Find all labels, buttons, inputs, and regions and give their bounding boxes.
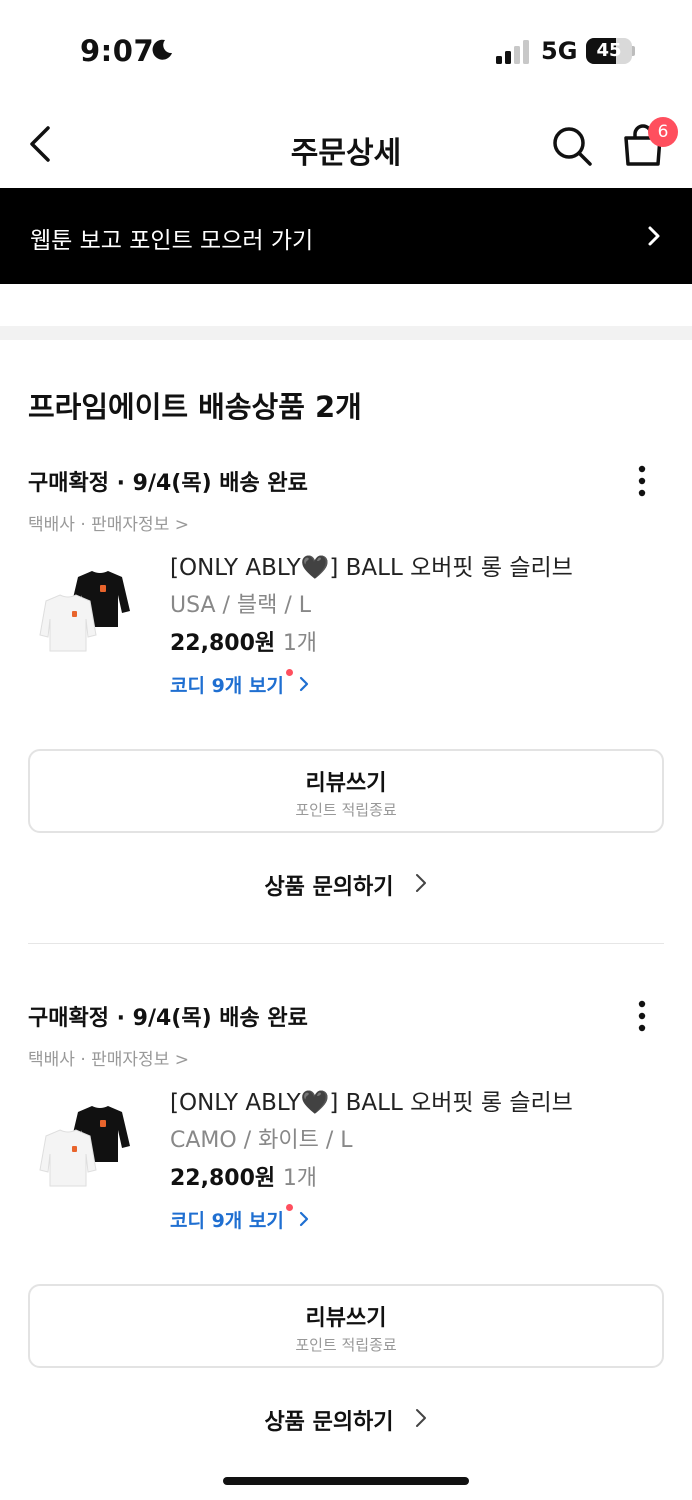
review-sublabel: 포인트 적립종료 — [295, 1336, 397, 1354]
chevron-right-icon — [299, 1211, 308, 1227]
status-bar: 9:07 5G 45 — [0, 0, 692, 100]
product-name[interactable]: [ONLY ABLY🖤] BALL 오버핏 롱 슬리브 — [170, 1083, 573, 1117]
order-status: 구매확정 · 9/4(목) 배송 완료 — [28, 1006, 308, 1031]
review-label: 리뷰쓰기 — [305, 1306, 387, 1331]
product-name[interactable]: [ONLY ABLY🖤] BALL 오버핏 롱 슬리브 — [170, 548, 573, 582]
write-review-button[interactable]: 리뷰쓰기 포인트 적립종료 — [28, 1284, 664, 1368]
chevron-right-icon — [299, 676, 308, 692]
new-dot-icon — [285, 669, 293, 676]
quantity: 1개 — [282, 631, 318, 656]
seller-info-link[interactable]: 택배사 · 판매자정보 > — [28, 1045, 189, 1070]
write-review-button[interactable]: 리뷰쓰기 포인트 적립종료 — [28, 749, 664, 833]
section-title: 프라임에이트 배송상품 2개 — [28, 390, 362, 424]
inquiry-label: 상품 문의하기 — [264, 875, 394, 900]
product-inquiry-button[interactable]: 상품 문의하기 — [0, 1404, 692, 1436]
review-label: 리뷰쓰기 — [305, 771, 387, 796]
more-options-icon[interactable] — [626, 461, 658, 501]
banner-text: 웹툰 보고 포인트 모으러 가기 — [30, 228, 314, 254]
battery-level: 45 — [596, 40, 622, 61]
product-inquiry-button[interactable]: 상품 문의하기 — [0, 869, 692, 901]
product-option: CAMO / 화이트 / L — [170, 1128, 353, 1153]
chevron-right-icon — [648, 226, 660, 246]
chevron-right-icon — [415, 874, 426, 892]
review-sublabel: 포인트 적립종료 — [295, 801, 397, 819]
cart-count-badge: 6 — [648, 117, 678, 147]
product-price: 22,800원 1개 — [170, 1160, 317, 1192]
signal-icon — [496, 40, 529, 64]
product-thumbnail[interactable] — [38, 1086, 134, 1196]
order-item: 구매확정 · 9/4(목) 배송 완료 택배사 · 판매자정보 > [ONLY … — [0, 1000, 692, 1500]
product-thumbnail[interactable] — [38, 551, 134, 661]
price-value: 22,800원 — [170, 1166, 276, 1191]
battery-icon: 45 — [586, 38, 632, 64]
codi-link[interactable]: 코디 9개 보기 — [170, 669, 309, 698]
webtoon-points-banner[interactable]: 웹툰 보고 포인트 모으러 가기 — [0, 188, 692, 284]
moon-icon — [152, 39, 172, 60]
quantity: 1개 — [282, 1166, 318, 1191]
order-item: 구매확정 · 9/4(목) 배송 완료 택배사 · 판매자정보 > [ONLY … — [0, 465, 692, 1000]
home-indicator[interactable] — [223, 1477, 469, 1485]
codi-label: 코디 9개 보기 — [170, 675, 284, 697]
chevron-right-icon — [415, 1409, 426, 1427]
seller-info-link[interactable]: 택배사 · 판매자정보 > — [28, 510, 189, 535]
product-price: 22,800원 1개 — [170, 625, 317, 657]
product-option: USA / 블랙 / L — [170, 593, 312, 618]
codi-label: 코디 9개 보기 — [170, 1210, 284, 1232]
price-value: 22,800원 — [170, 631, 276, 656]
status-time: 9:07 — [80, 34, 155, 68]
top-nav: 주문상세 — [0, 100, 692, 188]
section-divider — [0, 326, 692, 340]
divider — [28, 943, 664, 944]
codi-link[interactable]: 코디 9개 보기 — [170, 1204, 309, 1233]
network-label: 5G — [541, 37, 578, 65]
inquiry-label: 상품 문의하기 — [264, 1410, 394, 1435]
more-options-icon[interactable] — [626, 996, 658, 1036]
search-icon[interactable] — [550, 124, 594, 168]
new-dot-icon — [285, 1204, 293, 1211]
order-status: 구매확정 · 9/4(목) 배송 완료 — [28, 471, 308, 496]
